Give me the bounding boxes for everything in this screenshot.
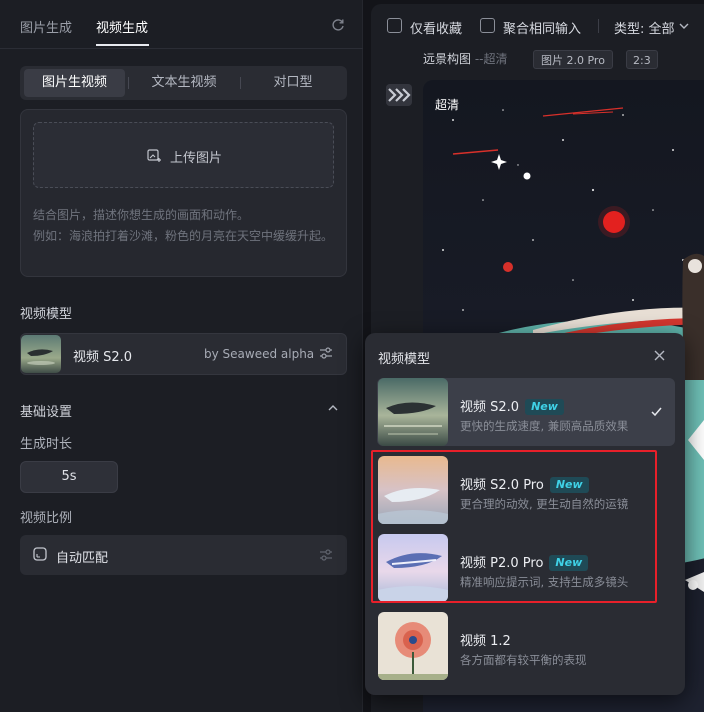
- ratio-value: 自动匹配: [56, 551, 109, 566]
- duration-label: 生成时长: [20, 437, 73, 452]
- highlight-annotation-box: [371, 450, 657, 603]
- sliders-icon[interactable]: [318, 547, 334, 563]
- prompt-placeholder-line1[interactable]: 结合图片，描述你想生成的画面和动作。: [33, 206, 249, 223]
- basic-settings-label[interactable]: 基础设置: [20, 401, 72, 420]
- dropdown-title: 视频模型: [378, 352, 431, 367]
- image-add-icon: [147, 149, 161, 162]
- aspect-ratio-icon: [33, 547, 47, 561]
- prompt-placeholder-line2[interactable]: 例如：海浪拍打着沙滩，粉色的月亮在天空中缓缓升起。: [33, 226, 338, 246]
- filter-separator: [598, 19, 599, 33]
- ratio-label: 视频比例: [20, 511, 73, 526]
- sliders-icon[interactable]: [318, 345, 334, 361]
- type-filter-dropdown[interactable]: 类型: 全部: [614, 18, 675, 37]
- tab-image-generation[interactable]: 图片生成: [20, 17, 72, 36]
- check-icon: [651, 407, 662, 417]
- model-option-name: 视频 S2.0 New: [460, 396, 564, 415]
- model-option-name: 视频 1.2: [460, 634, 511, 649]
- mode-text-to-video[interactable]: 文本生视频: [130, 66, 238, 100]
- model-thumbnail: [21, 335, 61, 373]
- mode-separator: [128, 77, 129, 89]
- mode-image-to-video[interactable]: 图片生视频: [24, 69, 125, 97]
- close-icon[interactable]: [653, 349, 666, 362]
- merge-same-input-label[interactable]: 聚合相同输入: [503, 18, 581, 37]
- mode-lip-sync[interactable]: 对口型: [242, 66, 344, 100]
- record-prompt: 远景构图 --超清: [423, 52, 508, 66]
- mode-separator: [240, 77, 241, 89]
- record-prompt-suffix: --超清: [474, 52, 508, 66]
- record-model-badge: 图片 2.0 Pro: [533, 50, 613, 69]
- favorites-only-checkbox[interactable]: [387, 18, 402, 33]
- merge-same-input-checkbox[interactable]: [480, 18, 495, 33]
- image-quality-label: 超清: [435, 98, 460, 112]
- avatar: [386, 84, 412, 106]
- model-option-desc: 各方面都有较平衡的表现: [460, 653, 587, 667]
- favorites-only-label[interactable]: 仅看收藏: [410, 18, 462, 37]
- selected-model-name: 视频 S2.0: [73, 350, 133, 365]
- mode-segmented-control: 图片生视频 文本生视频 对口型: [20, 66, 347, 100]
- model-option-thumbnail: [378, 612, 448, 680]
- chevron-up-icon[interactable]: [327, 402, 339, 414]
- video-model-label: 视频模型: [20, 307, 73, 322]
- refresh-icon[interactable]: [330, 17, 346, 33]
- tab-video-generation[interactable]: 视频生成: [96, 17, 148, 36]
- model-option-thumbnail: [378, 378, 448, 446]
- selected-model-author: by Seaweed alpha: [204, 347, 315, 361]
- chevron-down-icon[interactable]: [678, 20, 690, 32]
- record-ratio-badge: 2:3: [626, 50, 658, 69]
- upload-image-label[interactable]: 上传图片: [170, 147, 222, 166]
- active-tab-indicator: [96, 44, 149, 46]
- duration-option-button[interactable]: 5s: [20, 461, 118, 493]
- new-badge: New: [525, 399, 564, 415]
- tab-divider: [0, 48, 363, 49]
- model-option-desc: 更快的生成速度, 兼顾高品质效果: [460, 419, 629, 433]
